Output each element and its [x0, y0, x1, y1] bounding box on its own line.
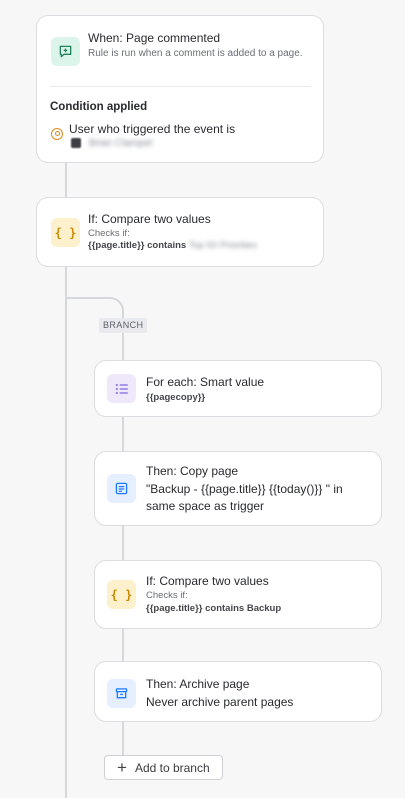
branch-connector-line — [122, 525, 124, 561]
plus-icon: + — [117, 758, 127, 777]
branch-connector-line — [122, 628, 124, 662]
archive-icon — [107, 679, 136, 708]
list-icon — [107, 374, 136, 403]
braces-icon: { } — [51, 218, 80, 247]
condition-card[interactable]: { } If: Compare two values Checks if: {{… — [94, 560, 382, 629]
condition-heading: Condition applied — [50, 101, 148, 113]
copy-page-detail-line: same space as trigger — [146, 499, 265, 513]
trigger-description: Rule is run when a comment is added to a… — [88, 48, 303, 59]
foreach-card[interactable]: For each: Smart value {{pagecopy}} — [94, 360, 382, 417]
trigger-title: When: Page commented — [88, 31, 221, 45]
add-to-branch-label: Add to branch — [134, 760, 210, 775]
add-to-branch-button[interactable]: + Add to branch — [104, 755, 223, 780]
foreach-value: {{pagecopy}} — [146, 392, 206, 403]
condition-title: If: Compare two values — [88, 212, 211, 226]
checks-label: Checks if: — [88, 228, 130, 239]
copy-page-title: Then: Copy page — [146, 464, 239, 478]
condition-expression: {{page.title}} contains Top 50 Prioritie… — [88, 240, 257, 251]
branch-tag: BRANCH — [99, 318, 148, 333]
foreach-title: For each: Smart value — [146, 375, 265, 389]
checks-label: Checks if: — [146, 590, 188, 601]
condition-expression: {{page.title}} contains Backup — [146, 603, 282, 614]
page-icon — [107, 474, 136, 503]
card-divider — [50, 86, 311, 87]
condition-card[interactable]: { } If: Compare two values Checks if: {{… — [36, 197, 324, 267]
trigger-card[interactable]: When: Page commented Rule is run when a … — [36, 15, 324, 163]
braces-icon: { } — [107, 580, 136, 609]
branch-connector-line — [122, 721, 124, 756]
condition-user-value: Brian Clampet — [89, 138, 153, 149]
main-connector-line — [65, 160, 67, 198]
comment-plus-icon — [51, 37, 80, 66]
copy-page-card[interactable]: Then: Copy page "Backup - {{page.title}}… — [94, 451, 382, 526]
condition-text: User who triggered the event is — [69, 122, 236, 136]
branch-connector-line — [122, 416, 124, 452]
archive-description: Never archive parent pages — [146, 695, 294, 709]
archive-title: Then: Archive page — [146, 677, 250, 691]
condition-title: If: Compare two values — [146, 574, 269, 588]
branch-connector-line — [122, 333, 124, 361]
main-connector-line — [65, 265, 67, 798]
user-icon — [51, 128, 63, 140]
copy-page-detail-line: "Backup - {{page.title}} {{today()}} " i… — [146, 482, 343, 496]
archive-card[interactable]: Then: Archive page Never archive parent … — [94, 661, 382, 722]
user-avatar — [71, 138, 81, 148]
